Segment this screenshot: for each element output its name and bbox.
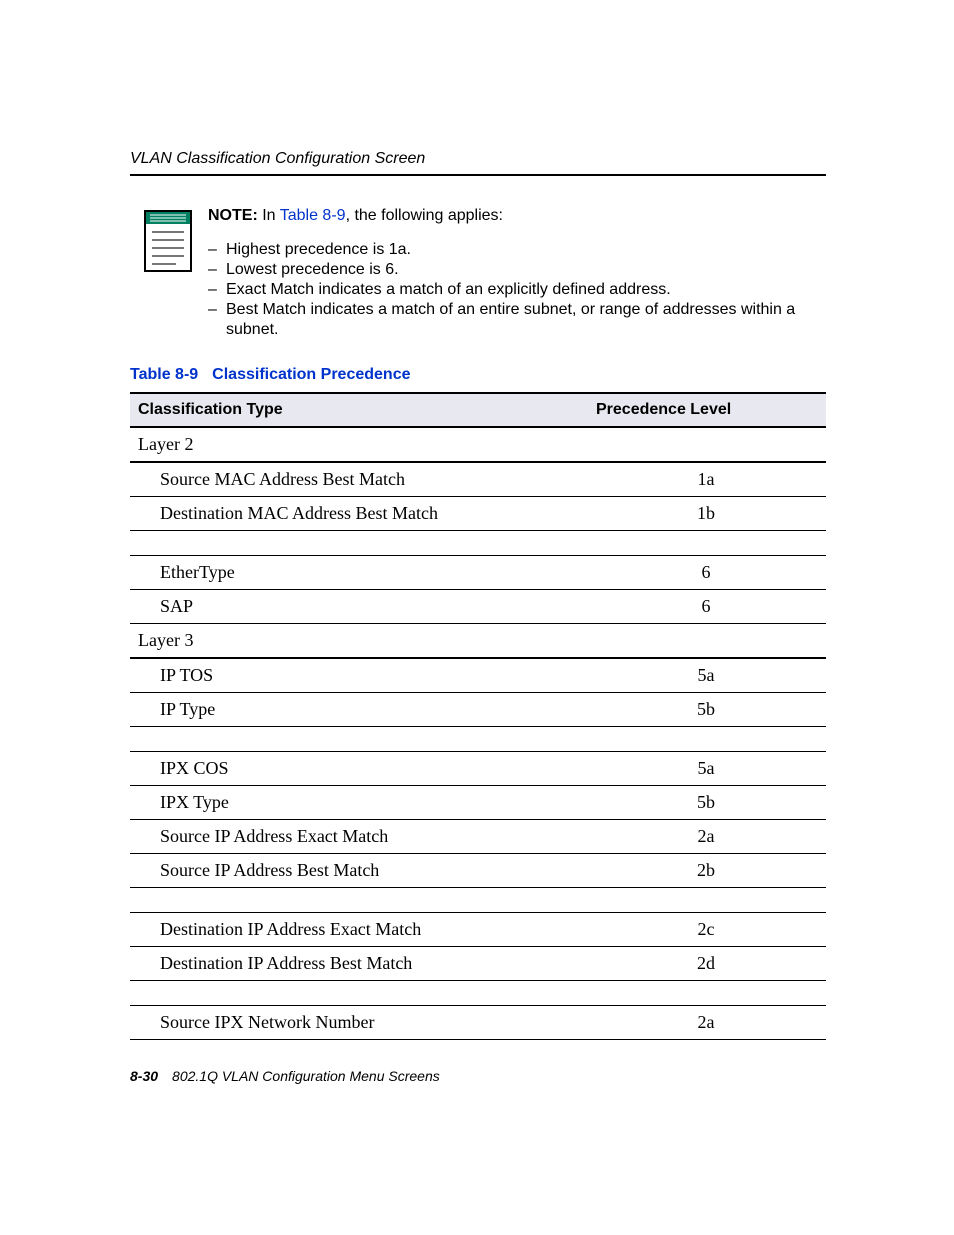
- classification-table: Classification Type Precedence Level Lay…: [130, 392, 826, 1040]
- bullet-text: Best Match indicates a match of an entir…: [226, 300, 826, 340]
- running-header: VLAN Classification Configuration Screen: [130, 150, 826, 168]
- spacer-cell: [130, 531, 826, 556]
- note-first-line: NOTE: In Table 8-9, the following applie…: [208, 206, 826, 226]
- type-cell: Destination IP Address Best Match: [130, 947, 588, 981]
- table-row: Destination MAC Address Best Match1b: [130, 497, 826, 531]
- table-row: IPX COS5a: [130, 752, 826, 786]
- precedence-cell: 5a: [588, 658, 826, 693]
- table-header-row: Classification Type Precedence Level: [130, 393, 826, 427]
- table-row: Source IP Address Best Match2b: [130, 854, 826, 888]
- section-cell: Layer 2: [130, 427, 826, 462]
- type-cell: Destination MAC Address Best Match: [130, 497, 588, 531]
- col-header-precedence: Precedence Level: [588, 393, 826, 427]
- precedence-cell: 1a: [588, 462, 826, 497]
- type-cell: Source IP Address Exact Match: [130, 820, 588, 854]
- table-row: EtherType6: [130, 556, 826, 590]
- precedence-cell: 5b: [588, 786, 826, 820]
- precedence-cell: 2a: [588, 820, 826, 854]
- precedence-cell: 6: [588, 556, 826, 590]
- note-bullet: –Highest precedence is 1a.: [208, 240, 826, 260]
- note-label: NOTE:: [208, 207, 258, 224]
- note-bullet: –Best Match indicates a match of an enti…: [208, 300, 826, 340]
- precedence-cell: 2c: [588, 913, 826, 947]
- note-body: NOTE: In Table 8-9, the following applie…: [208, 206, 826, 340]
- spacer-cell: [130, 981, 826, 1006]
- table-row: IPX Type5b: [130, 786, 826, 820]
- bullet-text: Highest precedence is 1a.: [226, 240, 826, 260]
- table-row: Destination IP Address Best Match2d: [130, 947, 826, 981]
- table-row: Source MAC Address Best Match1a: [130, 462, 826, 497]
- table-caption: Table 8-9 Classification Precedence: [130, 366, 826, 384]
- table-row: Source IPX Network Number2a: [130, 1006, 826, 1040]
- precedence-cell: 6: [588, 590, 826, 624]
- precedence-cell: 5b: [588, 693, 826, 727]
- type-cell: SAP: [130, 590, 588, 624]
- bullet-text: Exact Match indicates a match of an expl…: [226, 280, 826, 300]
- bullet-dash: –: [208, 260, 226, 280]
- bullet-dash: –: [208, 300, 226, 340]
- section-cell: Layer 3: [130, 624, 826, 659]
- precedence-cell: 2b: [588, 854, 826, 888]
- type-cell: IP Type: [130, 693, 588, 727]
- header-rule: [130, 174, 826, 176]
- table-row: [130, 531, 826, 556]
- table-row: Source IP Address Exact Match2a: [130, 820, 826, 854]
- table-row: [130, 727, 826, 752]
- table-row: SAP6: [130, 590, 826, 624]
- type-cell: IP TOS: [130, 658, 588, 693]
- note-text-suffix: , the following applies:: [346, 207, 503, 224]
- type-cell: Source IP Address Best Match: [130, 854, 588, 888]
- precedence-cell: 2d: [588, 947, 826, 981]
- note-bullet: –Exact Match indicates a match of an exp…: [208, 280, 826, 300]
- type-cell: Source MAC Address Best Match: [130, 462, 588, 497]
- table-row: IP TOS5a: [130, 658, 826, 693]
- spacer-cell: [130, 888, 826, 913]
- page-number: 8-30: [130, 1068, 158, 1084]
- precedence-cell: 5a: [588, 752, 826, 786]
- bullet-text: Lowest precedence is 6.: [226, 260, 826, 280]
- type-cell: Source IPX Network Number: [130, 1006, 588, 1040]
- bullet-dash: –: [208, 280, 226, 300]
- note-table-link[interactable]: Table 8-9: [280, 207, 346, 224]
- table-row: IP Type5b: [130, 693, 826, 727]
- footer-title: 802.1Q VLAN Configuration Menu Screens: [172, 1068, 440, 1084]
- table-caption-number: Table 8-9: [130, 366, 198, 383]
- type-cell: EtherType: [130, 556, 588, 590]
- note-icon: [144, 210, 192, 272]
- table-row: Layer 3: [130, 624, 826, 659]
- table-row: Destination IP Address Exact Match2c: [130, 913, 826, 947]
- note-block: NOTE: In Table 8-9, the following applie…: [144, 206, 826, 340]
- type-cell: IPX Type: [130, 786, 588, 820]
- note-bullet: –Lowest precedence is 6.: [208, 260, 826, 280]
- precedence-cell: 1b: [588, 497, 826, 531]
- page-footer: 8-30 802.1Q VLAN Configuration Menu Scree…: [130, 1068, 826, 1084]
- spacer-cell: [130, 727, 826, 752]
- type-cell: IPX COS: [130, 752, 588, 786]
- precedence-cell: 2a: [588, 1006, 826, 1040]
- table-row: Layer 2: [130, 427, 826, 462]
- col-header-type: Classification Type: [130, 393, 588, 427]
- note-text-prefix: In: [262, 207, 280, 224]
- table-row: [130, 981, 826, 1006]
- table-caption-title: Classification Precedence: [212, 366, 410, 383]
- table-row: [130, 888, 826, 913]
- type-cell: Destination IP Address Exact Match: [130, 913, 588, 947]
- bullet-dash: –: [208, 240, 226, 260]
